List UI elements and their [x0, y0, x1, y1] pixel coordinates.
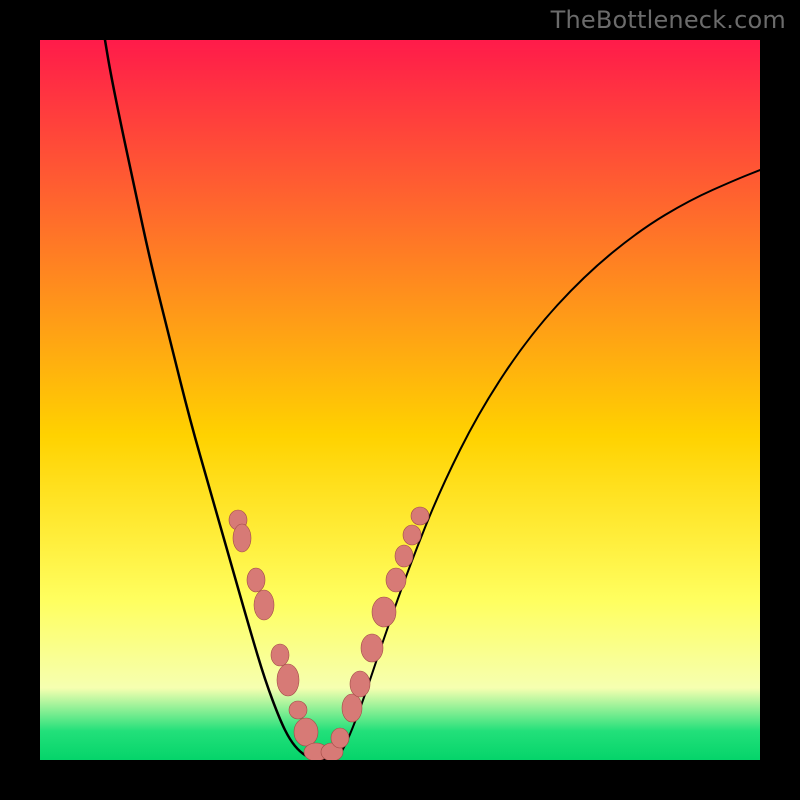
bead-right-5: [372, 597, 396, 627]
bead-left-7: [294, 718, 318, 746]
watermark-text: TheBottleneck.com: [551, 6, 786, 34]
bead-left-1: [233, 524, 251, 552]
bead-right-9: [411, 507, 429, 525]
outer-frame: TheBottleneck.com: [0, 0, 800, 800]
plot-svg: [40, 40, 760, 760]
bead-right-7: [395, 545, 413, 567]
bead-right-8: [403, 525, 421, 545]
bead-right-2: [342, 694, 362, 722]
bead-left-3: [254, 590, 274, 620]
bead-right-1: [331, 728, 349, 748]
plot-area: [40, 40, 760, 760]
gradient-bg: [40, 40, 760, 760]
bead-right-4: [361, 634, 383, 662]
bead-left-2: [247, 568, 265, 592]
bead-left-4: [271, 644, 289, 666]
bead-right-6: [386, 568, 406, 592]
bead-right-3: [350, 671, 370, 697]
bead-left-5: [277, 664, 299, 696]
bead-left-6: [289, 701, 307, 719]
